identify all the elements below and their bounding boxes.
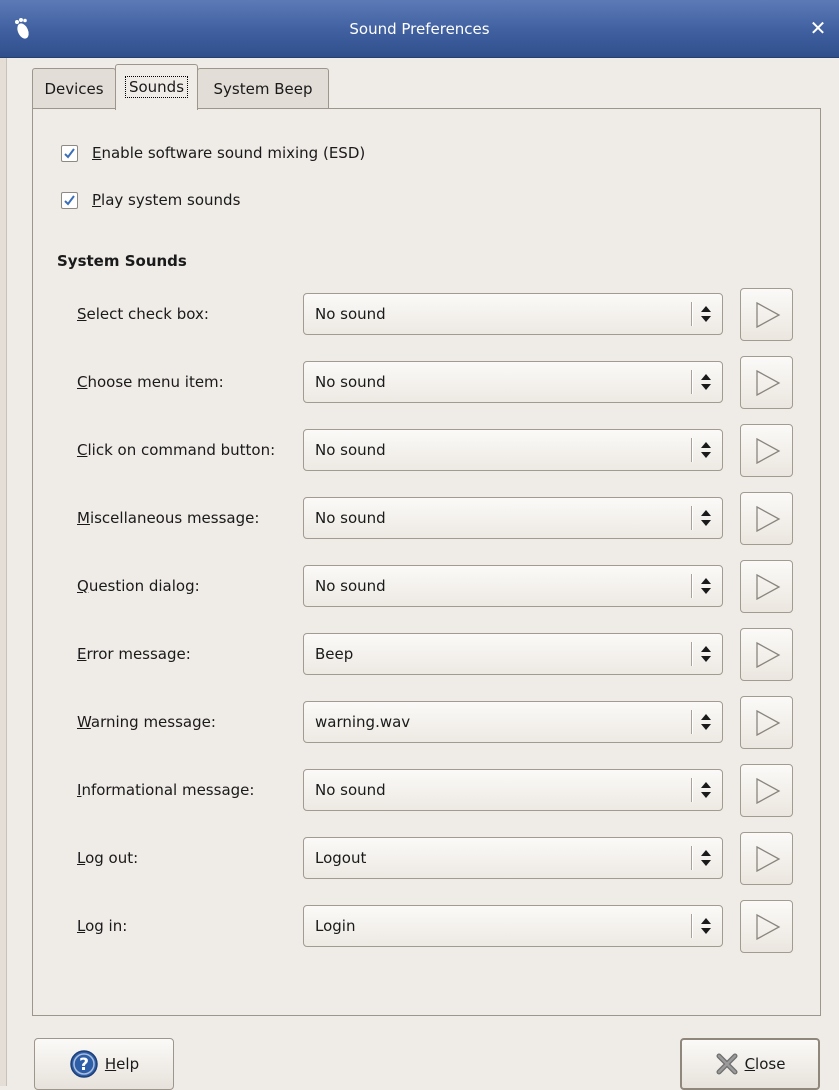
window-title: Sound Preferences <box>349 20 490 38</box>
sound-event-label: Click on command button: <box>77 441 276 459</box>
updown-arrows-icon <box>701 918 711 934</box>
window-titlebar[interactable]: Sound Preferences ✕ <box>0 0 839 58</box>
help-button-label: Help <box>104 1055 140 1073</box>
svg-text:?: ? <box>79 1055 89 1075</box>
combo-separator <box>691 710 693 734</box>
combo-separator <box>691 778 693 802</box>
sound-select[interactable]: No sound <box>303 769 723 811</box>
sound-event-label: Choose menu item: <box>77 373 224 391</box>
sound-select-value: Logout <box>315 849 367 867</box>
sound-select-value: No sound <box>315 577 386 595</box>
combo-separator <box>691 846 693 870</box>
play-icon <box>756 301 781 329</box>
sound-event-label: Question dialog: <box>77 577 200 595</box>
play-sounds-label: Play system sounds <box>92 191 241 209</box>
window-close-icon[interactable]: ✕ <box>803 13 833 43</box>
combo-separator <box>691 574 693 598</box>
play-sounds-option[interactable]: Play system sounds <box>61 188 240 212</box>
play-sound-button[interactable] <box>740 560 793 613</box>
help-icon: ? <box>69 1049 99 1079</box>
sound-event-label: Warning message: <box>77 713 216 731</box>
close-icon <box>715 1052 739 1076</box>
sound-select[interactable]: warning.wav <box>303 701 723 743</box>
close-button-label: Close <box>744 1055 786 1073</box>
checkmark-icon <box>64 194 75 206</box>
sound-event-label: Log out: <box>77 849 139 867</box>
play-sounds-checkbox[interactable] <box>61 191 78 209</box>
play-sound-button[interactable] <box>740 832 793 885</box>
combo-separator <box>691 438 693 462</box>
tab-label: System Beep <box>213 80 313 98</box>
close-button[interactable]: Close <box>680 1038 820 1090</box>
sound-select[interactable]: Beep <box>303 633 723 675</box>
sound-select-value: No sound <box>315 509 386 527</box>
sound-select-value: Login <box>315 917 356 935</box>
updown-arrows-icon <box>701 374 711 390</box>
play-icon <box>756 573 781 601</box>
sound-event-label: Log in: <box>77 917 128 935</box>
play-sound-button[interactable] <box>740 356 793 409</box>
sound-select[interactable]: Login <box>303 905 723 947</box>
play-icon <box>756 845 781 873</box>
sound-select-value: No sound <box>315 441 386 459</box>
play-icon <box>756 369 781 397</box>
window-frame <box>0 58 7 1086</box>
sound-select-value: warning.wav <box>315 713 411 731</box>
play-icon <box>756 913 781 941</box>
sound-event-label: Miscellaneous message: <box>77 509 260 527</box>
sound-event-label: Select check box: <box>77 305 209 323</box>
tab-devices[interactable]: Devices <box>32 68 116 108</box>
updown-arrows-icon <box>701 442 711 458</box>
sound-select[interactable]: No sound <box>303 497 723 539</box>
updown-arrows-icon <box>701 646 711 662</box>
play-sound-button[interactable] <box>740 764 793 817</box>
enable-mixing-label: Enable software sound mixing (ESD) <box>92 144 366 162</box>
play-sound-button[interactable] <box>740 900 793 953</box>
sound-select-value: No sound <box>315 373 386 391</box>
tab-label: Devices <box>44 80 104 98</box>
combo-separator <box>691 914 693 938</box>
checkmark-icon <box>64 147 75 159</box>
sound-select-value: No sound <box>315 781 386 799</box>
updown-arrows-icon <box>701 714 711 730</box>
tab-system-beep[interactable]: System Beep <box>197 68 329 108</box>
section-title: System Sounds <box>57 252 187 270</box>
combo-separator <box>691 506 693 530</box>
updown-arrows-icon <box>701 850 711 866</box>
play-sound-button[interactable] <box>740 492 793 545</box>
sounds-tab-panel <box>32 108 821 1016</box>
tab-label: Sounds <box>124 76 189 98</box>
updown-arrows-icon <box>701 782 711 798</box>
help-button[interactable]: ? Help <box>34 1038 174 1090</box>
enable-mixing-checkbox[interactable] <box>61 144 78 162</box>
sound-select-value: Beep <box>315 645 354 663</box>
tab-sounds[interactable]: Sounds <box>115 64 198 110</box>
combo-separator <box>691 370 693 394</box>
combo-separator <box>691 302 693 326</box>
play-sound-button[interactable] <box>740 424 793 477</box>
play-icon <box>756 709 781 737</box>
sound-select[interactable]: No sound <box>303 361 723 403</box>
play-icon <box>756 437 781 465</box>
updown-arrows-icon <box>701 510 711 526</box>
sound-select[interactable]: Logout <box>303 837 723 879</box>
updown-arrows-icon <box>701 578 711 594</box>
play-sound-button[interactable] <box>740 288 793 341</box>
play-icon <box>756 641 781 669</box>
play-icon <box>756 777 781 805</box>
play-icon <box>756 505 781 533</box>
combo-separator <box>691 642 693 666</box>
sound-select[interactable]: No sound <box>303 293 723 335</box>
play-sound-button[interactable] <box>740 628 793 681</box>
updown-arrows-icon <box>701 306 711 322</box>
enable-mixing-option[interactable]: Enable software sound mixing (ESD) <box>61 141 365 165</box>
sound-select-value: No sound <box>315 305 386 323</box>
sound-event-label: Error message: <box>77 645 191 663</box>
sound-select[interactable]: No sound <box>303 565 723 607</box>
sound-select[interactable]: No sound <box>303 429 723 471</box>
sound-event-label: Informational message: <box>77 781 255 799</box>
play-sound-button[interactable] <box>740 696 793 749</box>
